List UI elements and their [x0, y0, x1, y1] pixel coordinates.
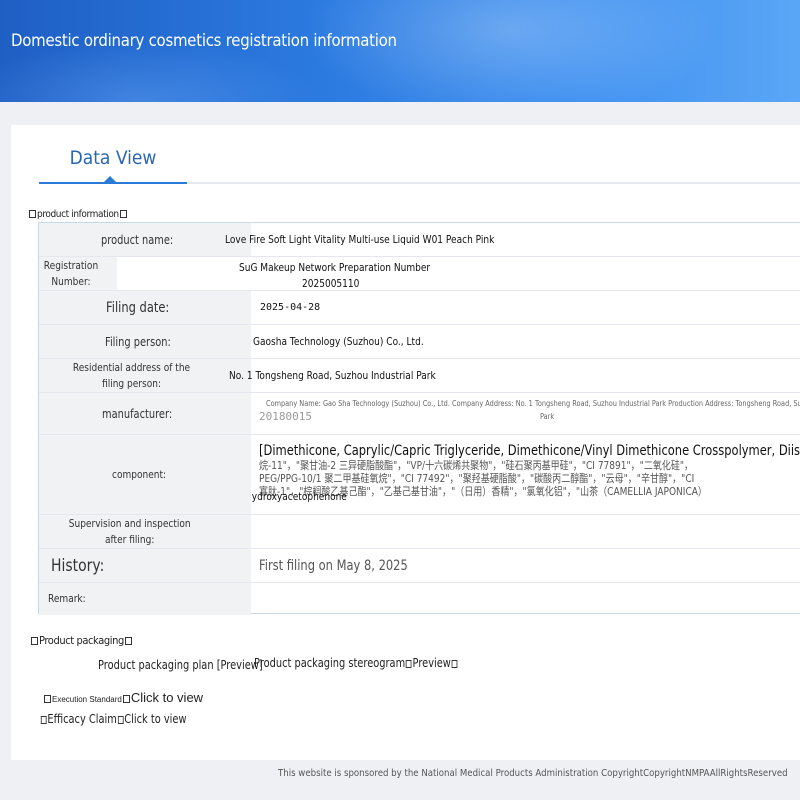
bracket-box-icon — [124, 637, 132, 645]
row-remark: Remark: — [39, 583, 800, 615]
execution-standard-view-link[interactable]: Click to view — [131, 690, 203, 705]
page-title: Domestic ordinary cosmetics registration… — [11, 31, 397, 51]
row-registration-number: Registration Number: SuG Makeup Network … — [39, 257, 800, 291]
packaging-stereogram: Product packaging stereogram Preview — [254, 656, 503, 670]
row-filing-person: Filing person: Gaosha Technology (Suzhou… — [39, 325, 800, 359]
component-label: component: — [39, 435, 251, 514]
filing-date-value: 2025-04-28 — [260, 302, 321, 313]
section-product-information: product information — [28, 209, 128, 220]
remark-label: Remark: — [39, 583, 251, 615]
tab-active-underline — [39, 182, 187, 184]
bracket-box-icon — [40, 715, 47, 724]
row-history: History: First filing on May 8, 2025 — [39, 549, 800, 583]
filing-person-value: Gaosha Technology (Suzhou) Co., Ltd. — [253, 335, 424, 348]
row-product-name: product name: Love Fire Soft Light Vital… — [39, 223, 800, 257]
row-supervision: Supervision and inspection after filing: — [39, 515, 800, 549]
registration-number-value: SuG Makeup Network Preparation Number 20… — [239, 261, 431, 290]
efficacy-claim-view-link[interactable]: Click to view — [124, 712, 186, 726]
row-filing-date: Filing date: 2025-04-28 — [39, 291, 800, 325]
product-info-table: product name: Love Fire Soft Light Vital… — [38, 222, 800, 615]
remark-value — [251, 583, 800, 615]
stereogram-preview-link[interactable]: Preview — [413, 656, 451, 670]
bracket-box-icon — [117, 715, 124, 724]
section-product-packaging: Product packaging — [30, 634, 133, 647]
tab-caret-icon — [104, 176, 116, 182]
bracket-box-icon — [119, 210, 127, 218]
row-manufacturer: manufacturer: 20180015 Company Name: Gao… — [39, 393, 800, 435]
bracket-box-icon — [44, 695, 51, 704]
filing-address-value: No. 1 Tongsheng Road, Suzhou Industrial … — [229, 369, 436, 382]
filing-date-label: Filing date: — [39, 291, 251, 324]
footer-copyright: This website is sponsored by the Nationa… — [278, 768, 788, 779]
banner-glow — [300, 0, 720, 102]
bracket-box-icon — [31, 637, 38, 645]
bracket-box-icon — [29, 210, 36, 218]
row-component: component: [Dimethicone, Caprylic/Capric… — [39, 435, 800, 515]
execution-standard: Execution Standard Click to view — [43, 690, 203, 705]
registration-number-label: Registration Number: — [39, 257, 117, 290]
bracket-box-icon — [405, 659, 412, 668]
product-name-value: Love Fire Soft Light Vitality Multi-use … — [225, 233, 495, 246]
bracket-box-icon — [122, 695, 130, 704]
filing-person-label: Filing person: — [39, 325, 251, 358]
supervision-value — [251, 515, 800, 548]
header-banner: Domestic ordinary cosmetics registration… — [0, 0, 800, 102]
manufacturer-label: manufacturer: — [39, 393, 251, 434]
component-value: [Dimethicone, Caprylic/Capric Triglyceri… — [251, 443, 800, 503]
history-label: History: — [39, 549, 251, 582]
manufacturer-value: 20180015 Company Name: Gao Sha Technolog… — [259, 399, 800, 423]
supervision-label: Supervision and inspection after filing: — [39, 515, 251, 548]
history-value: First filing on May 8, 2025 — [259, 557, 408, 574]
row-filing-address: Residential address of the filing person… — [39, 359, 800, 393]
bracket-box-icon — [451, 659, 458, 668]
filing-address-label: Residential address of the filing person… — [39, 359, 251, 392]
efficacy-claim: Efficacy Claim Click to view — [40, 712, 219, 726]
